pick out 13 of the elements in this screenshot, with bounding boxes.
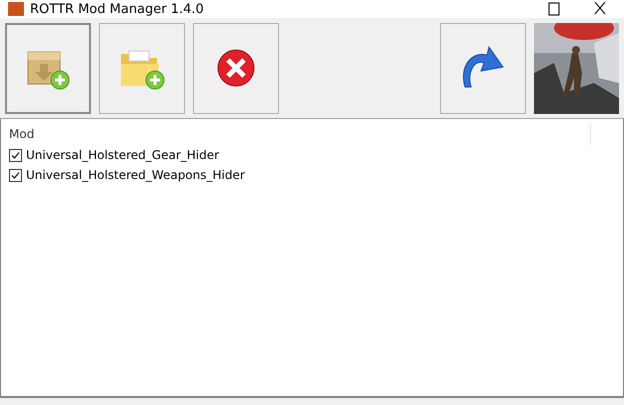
- checkbox[interactable]: [9, 168, 22, 182]
- window-title: ROTTR Mod Manager 1.4.0: [30, 0, 204, 18]
- install-button[interactable]: [5, 22, 91, 114]
- app-icon: [8, 2, 24, 16]
- checkbox[interactable]: [9, 148, 22, 162]
- mod-name: Universal_Holstered_Weapons_Hider: [26, 168, 245, 182]
- close-icon: [216, 48, 256, 88]
- refresh-button[interactable]: [440, 22, 526, 114]
- remove-button[interactable]: [193, 22, 279, 114]
- mod-name: Universal_Holstered_Gear_Hider: [26, 148, 220, 162]
- column-header[interactable]: Mod: [1, 123, 591, 145]
- close-icon[interactable]: [594, 2, 606, 16]
- maximize-icon[interactable]: [548, 2, 560, 16]
